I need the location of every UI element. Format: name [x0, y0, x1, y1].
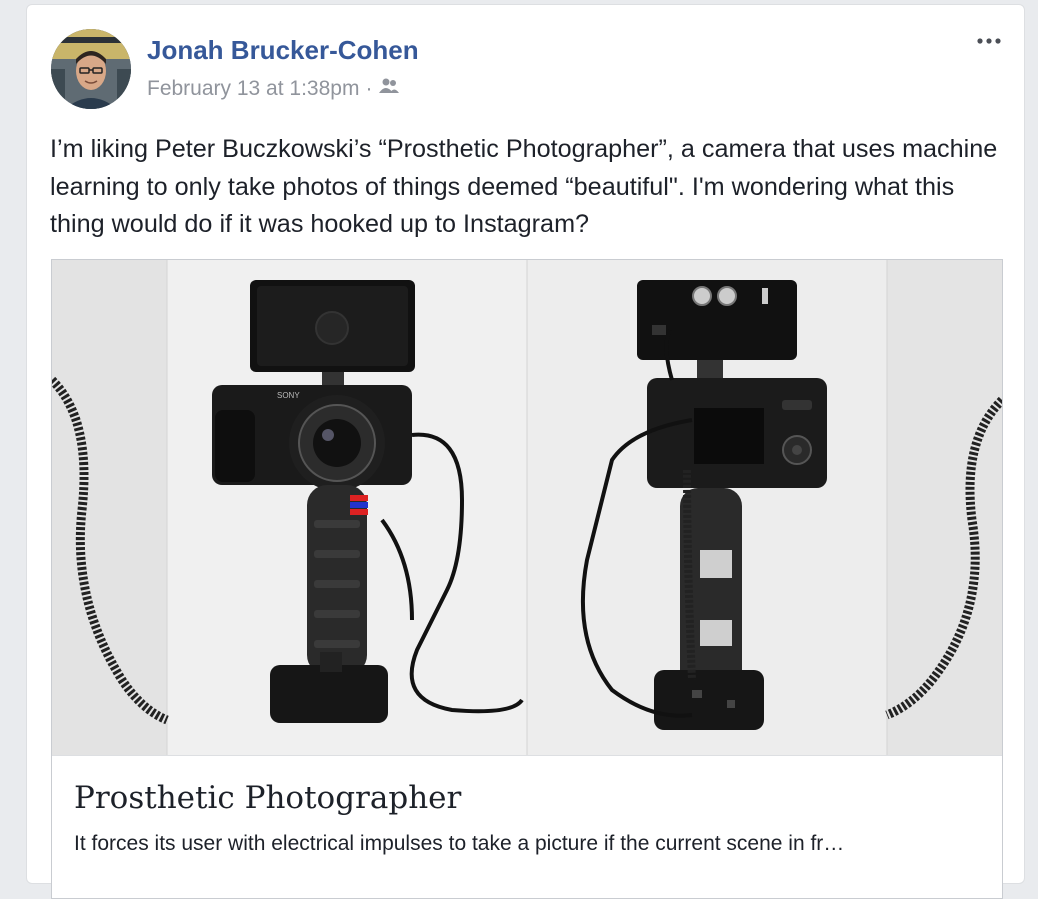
post-timestamp-link[interactable]: February 13 at 1:38pm — [147, 77, 359, 101]
link-preview-title[interactable]: Prosthetic Photographer — [74, 780, 461, 816]
link-preview[interactable]: SONY Prosthetic Photographer It forces i… — [51, 259, 1003, 899]
avatar-photo — [51, 29, 131, 109]
link-preview-caption[interactable]: Prosthetic Photographer It forces its us… — [52, 755, 1002, 898]
post-text: I’m liking Peter Buczkowski’s “Prostheti… — [50, 135, 998, 238]
link-preview-description: It forces its user with electrical impul… — [74, 832, 845, 855]
more-options-icon[interactable] — [974, 31, 1004, 51]
author-avatar[interactable] — [51, 29, 131, 109]
post-meta: February 13 at 1:38pm · — [147, 77, 400, 101]
author-name-link[interactable]: Jonah Brucker-Cohen — [147, 35, 419, 66]
link-preview-image[interactable]: SONY — [52, 260, 1002, 755]
post-card: Jonah Brucker-Cohen February 13 at 1:38p… — [26, 4, 1025, 899]
meta-separator: · — [365, 77, 373, 100]
friends-icon[interactable] — [378, 77, 400, 101]
svg-text:SONY: SONY — [277, 391, 300, 400]
